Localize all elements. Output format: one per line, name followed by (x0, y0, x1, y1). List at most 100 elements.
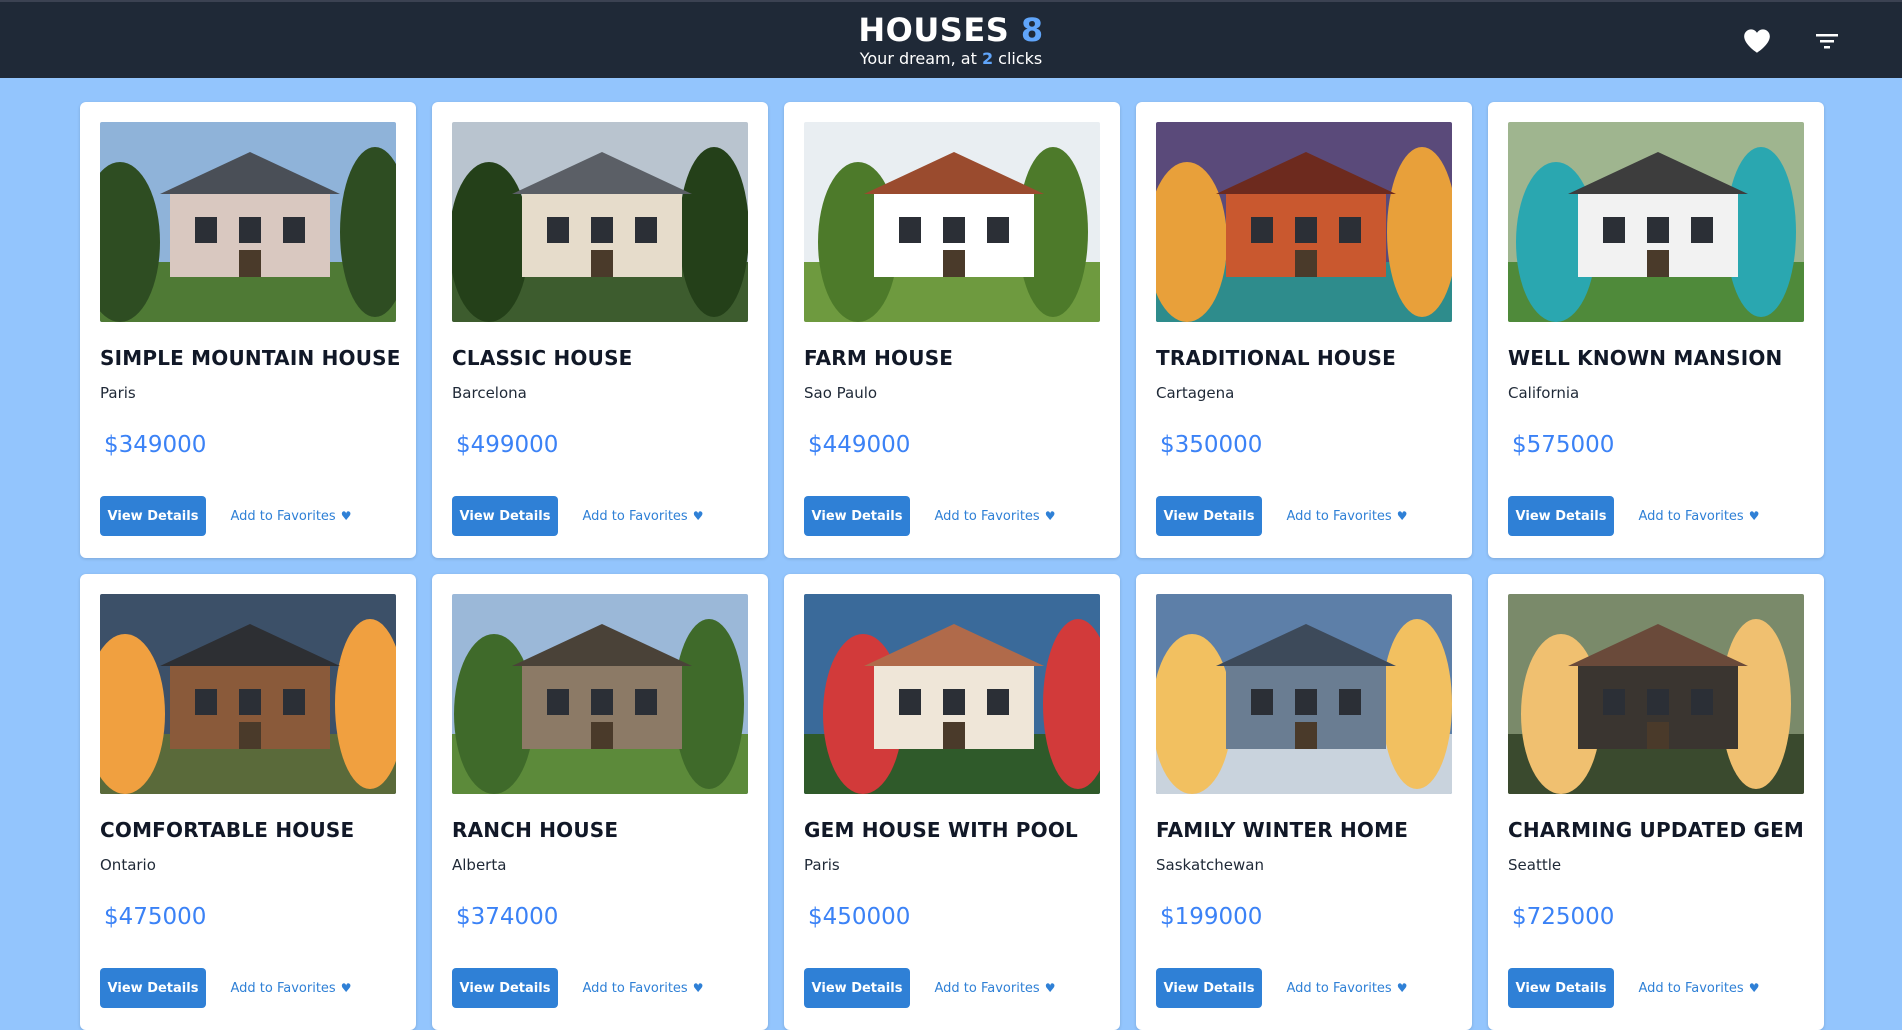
heart-icon: ♥ (692, 981, 704, 995)
house-city: Paris (100, 384, 136, 402)
house-price: $449000 (808, 432, 911, 458)
house-title: RANCH HOUSE (452, 818, 619, 842)
view-details-button[interactable]: View Details (1508, 968, 1614, 1008)
view-details-button[interactable]: View Details (1508, 496, 1614, 536)
house-title: CHARMING UPDATED GEM (1508, 818, 1805, 842)
house-price: $349000 (104, 432, 207, 458)
house-photo-image (1156, 594, 1452, 794)
subtitle-suffix: clicks (993, 49, 1043, 68)
house-photo (452, 594, 748, 794)
house-photo (804, 594, 1100, 794)
view-details-button[interactable]: View Details (100, 968, 206, 1008)
view-details-button[interactable]: View Details (452, 968, 558, 1008)
add-to-favorites-label: Add to Favorites (934, 508, 1040, 524)
house-photo (100, 594, 396, 794)
house-title: FARM HOUSE (804, 346, 954, 370)
heart-icon: ♥ (1748, 981, 1760, 995)
add-to-favorites-button[interactable]: Add to Favorites ♥ (1624, 968, 1774, 1008)
house-title: GEM HOUSE WITH POOL (804, 818, 1079, 842)
house-city: Saskatchewan (1156, 856, 1264, 874)
house-card-10: CHARMING UPDATED GEM Seattle $725000 Vie… (1488, 574, 1824, 1030)
house-photo-image (100, 594, 396, 794)
house-price: $450000 (808, 904, 911, 930)
house-price: $350000 (1160, 432, 1263, 458)
house-card-8: GEM HOUSE WITH POOL Paris $450000 View D… (784, 574, 1120, 1030)
add-to-favorites-button[interactable]: Add to Favorites ♥ (216, 496, 366, 536)
house-price: $374000 (456, 904, 559, 930)
house-price: $475000 (104, 904, 207, 930)
house-title: TRADITIONAL HOUSE (1156, 346, 1397, 370)
house-photo-image (1156, 122, 1452, 322)
add-to-favorites-button[interactable]: Add to Favorites ♥ (1272, 968, 1422, 1008)
house-photo-image (100, 122, 396, 322)
house-photo-image (804, 594, 1100, 794)
add-to-favorites-button[interactable]: Add to Favorites ♥ (216, 968, 366, 1008)
house-card-7: RANCH HOUSE Alberta $374000 View Details… (432, 574, 768, 1030)
house-title: FAMILY WINTER HOME (1156, 818, 1409, 842)
heart-icon: ♥ (1044, 981, 1056, 995)
heart-icon: ♥ (692, 509, 704, 523)
house-city: Paris (804, 856, 840, 874)
house-photo-image (804, 122, 1100, 322)
house-photo-image (1508, 594, 1804, 794)
add-to-favorites-label: Add to Favorites (1638, 980, 1744, 996)
view-details-button[interactable]: View Details (1156, 496, 1262, 536)
add-to-favorites-label: Add to Favorites (230, 980, 336, 996)
house-photo (100, 122, 396, 322)
add-to-favorites-button[interactable]: Add to Favorites ♥ (920, 496, 1070, 536)
house-count: 8 (1020, 11, 1044, 49)
house-city: California (1508, 384, 1580, 402)
house-card-5: WELL KNOWN MANSION California $575000 Vi… (1488, 102, 1824, 558)
filter-icon[interactable] (1810, 24, 1844, 58)
view-details-button[interactable]: View Details (452, 496, 558, 536)
heart-icon: ♥ (1748, 509, 1760, 523)
add-to-favorites-button[interactable]: Add to Favorites ♥ (568, 968, 718, 1008)
house-title: CLASSIC HOUSE (452, 346, 633, 370)
app-subtitle: Your dream, at 2 clicks (0, 48, 1902, 70)
add-to-favorites-label: Add to Favorites (230, 508, 336, 524)
add-to-favorites-button[interactable]: Add to Favorites ♥ (568, 496, 718, 536)
app-title: HOUSES 8 (0, 12, 1902, 48)
house-city: Alberta (452, 856, 507, 874)
house-photo-image (452, 122, 748, 322)
house-photo (1508, 122, 1804, 322)
house-price: $725000 (1512, 904, 1615, 930)
brand: HOUSES 8 Your dream, at 2 clicks (0, 12, 1902, 70)
house-photo (452, 122, 748, 322)
house-card-4: TRADITIONAL HOUSE Cartagena $350000 View… (1136, 102, 1472, 558)
house-title: COMFORTABLE HOUSE (100, 818, 355, 842)
heart-icon: ♥ (1396, 509, 1408, 523)
house-price: $575000 (1512, 432, 1615, 458)
view-details-button[interactable]: View Details (804, 968, 910, 1008)
house-card-1: SIMPLE MOUNTAIN HOUSE Paris $349000 View… (80, 102, 416, 558)
house-price: $199000 (1160, 904, 1263, 930)
add-to-favorites-label: Add to Favorites (1286, 980, 1392, 996)
add-to-favorites-button[interactable]: Add to Favorites ♥ (1272, 496, 1422, 536)
subtitle-count: 2 (981, 49, 994, 68)
view-details-button[interactable]: View Details (1156, 968, 1262, 1008)
add-to-favorites-button[interactable]: Add to Favorites ♥ (1624, 496, 1774, 536)
house-city: Cartagena (1156, 384, 1235, 402)
house-photo (1156, 122, 1452, 322)
house-photo (804, 122, 1100, 322)
heart-icon: ♥ (340, 981, 352, 995)
house-city: Sao Paulo (804, 384, 878, 402)
house-city: Ontario (100, 856, 156, 874)
house-card-3: FARM HOUSE Sao Paulo $449000 View Detail… (784, 102, 1120, 558)
house-card-6: COMFORTABLE HOUSE Ontario $475000 View D… (80, 574, 416, 1030)
subtitle-prefix: Your dream, at (859, 49, 982, 68)
house-title: WELL KNOWN MANSION (1508, 346, 1783, 370)
house-price: $499000 (456, 432, 559, 458)
add-to-favorites-label: Add to Favorites (1638, 508, 1744, 524)
top-header: HOUSES 8 Your dream, at 2 clicks (0, 0, 1902, 78)
heart-icon: ♥ (1044, 509, 1056, 523)
heart-icon[interactable] (1740, 24, 1774, 58)
view-details-button[interactable]: View Details (804, 496, 910, 536)
house-card-9: FAMILY WINTER HOME Saskatchewan $199000 … (1136, 574, 1472, 1030)
house-grid: SIMPLE MOUNTAIN HOUSE Paris $349000 View… (80, 102, 1824, 1030)
view-details-button[interactable]: View Details (100, 496, 206, 536)
house-city: Barcelona (452, 384, 527, 402)
add-to-favorites-label: Add to Favorites (582, 508, 688, 524)
house-city: Seattle (1508, 856, 1562, 874)
add-to-favorites-button[interactable]: Add to Favorites ♥ (920, 968, 1070, 1008)
